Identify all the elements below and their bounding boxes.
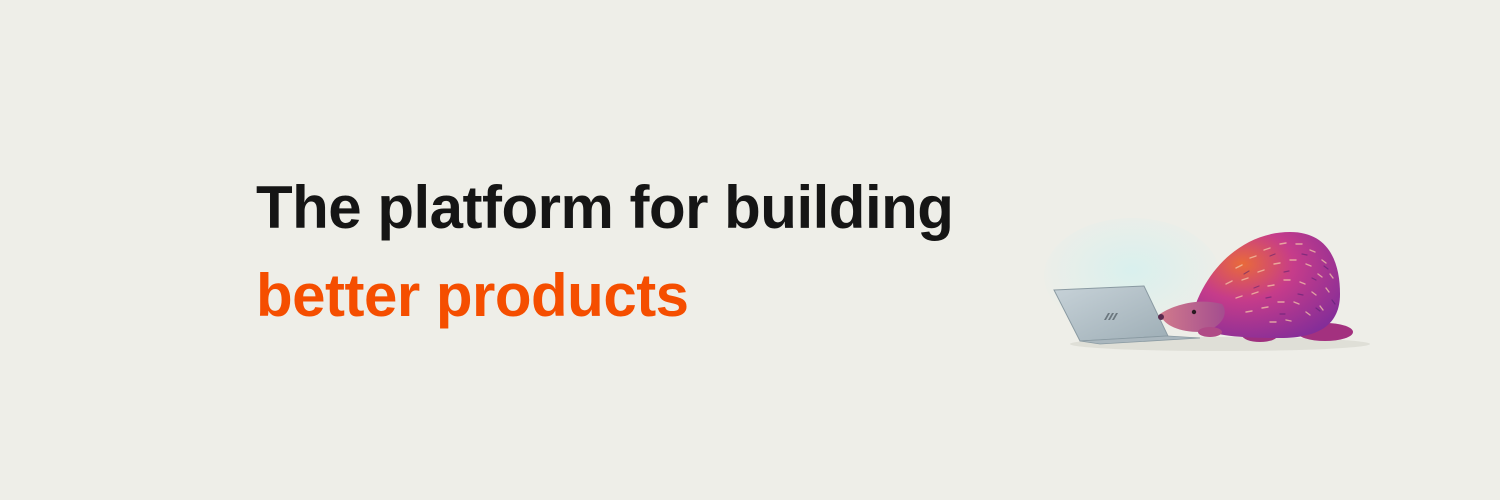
hero-headline: The platform for building better product… bbox=[256, 164, 954, 340]
headline-line-2: better products bbox=[256, 262, 689, 329]
hero-banner: The platform for building better product… bbox=[0, 0, 1500, 500]
hedgehog-laptop-svg bbox=[1044, 218, 1370, 351]
headline-line-1: The platform for building bbox=[256, 174, 954, 241]
hedgehog-laptop-illustration bbox=[1040, 214, 1370, 364]
